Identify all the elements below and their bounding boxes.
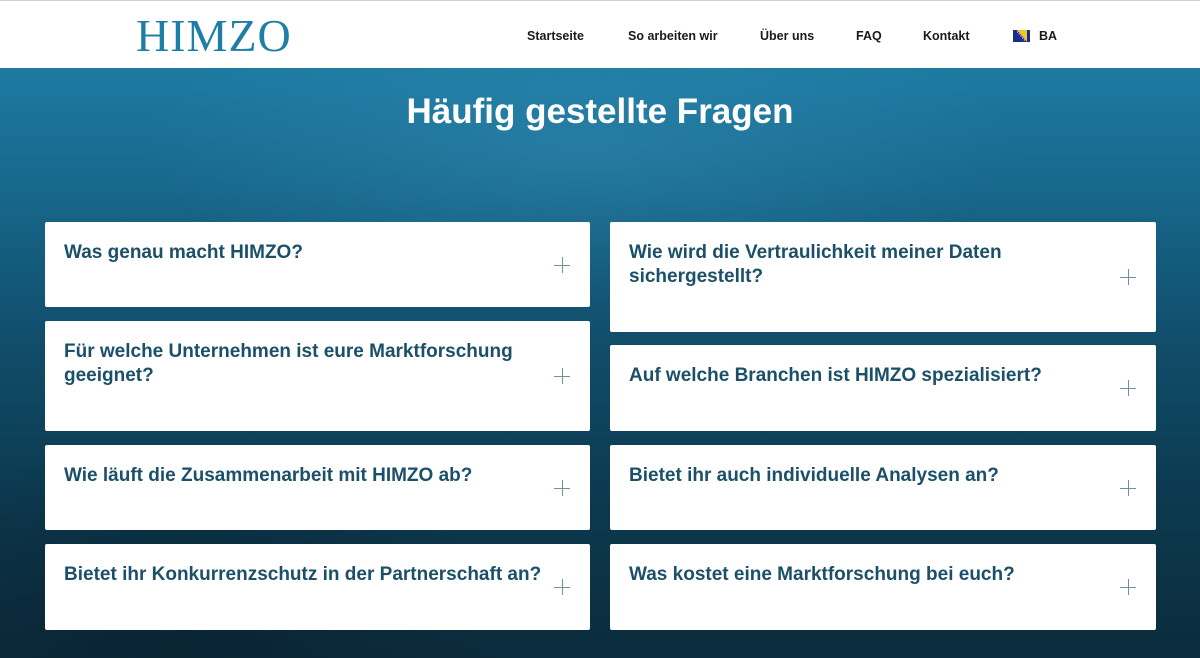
site-header: HIMZO Startseite So arbeiten wir Über un… [0,0,1200,68]
plus-icon[interactable] [554,257,570,273]
faq-item[interactable]: Bietet ihr auch individuelle Analysen an… [610,445,1156,530]
plus-icon[interactable] [1120,380,1136,396]
nav-faq[interactable]: FAQ [856,28,882,44]
nav-kontakt[interactable]: Kontakt [923,28,970,44]
faq-question: Was kostet eine Marktforschung bei euch? [629,564,1015,585]
faq-item[interactable]: Auf welche Branchen ist HIMZO spezialisi… [610,345,1156,431]
nav-so-arbeiten-wir[interactable]: So arbeiten wir [628,28,718,44]
faq-item[interactable]: Für welche Unternehmen ist eure Marktfor… [45,321,590,431]
plus-icon[interactable] [554,480,570,496]
page-title: Häufig gestellte Fragen [406,92,794,131]
faq-item[interactable]: Bietet ihr Konkurrenzschutz in der Partn… [45,544,590,630]
faq-question: Was genau macht HIMZO? [64,242,303,263]
faq-item[interactable]: Was genau macht HIMZO? [45,222,590,307]
faq-item[interactable]: Wie läuft die Zusammenarbeit mit HIMZO a… [45,445,590,530]
language-label: BA [1039,29,1058,43]
faq-question: Bietet ihr Konkurrenzschutz in der Partn… [64,564,542,585]
faq-question: Wie läuft die Zusammenarbeit mit HIMZO a… [64,465,473,486]
faq-question: Wie wird die Vertraulichkeit meiner Date… [629,242,1002,287]
faq-item[interactable]: Was kostet eine Marktforschung bei euch? [610,544,1156,630]
logo[interactable]: HIMZO [136,10,292,62]
faq-question: Bietet ihr auch individuelle Analysen an… [629,465,999,486]
nav-startseite[interactable]: Startseite [527,28,584,44]
plus-icon[interactable] [554,579,570,595]
bosnia-flag-icon [1013,30,1030,42]
faq-item[interactable]: Wie wird die Vertraulichkeit meiner Date… [610,222,1156,332]
plus-icon[interactable] [1120,480,1136,496]
plus-icon[interactable] [1120,269,1136,285]
nav-ueber-uns[interactable]: Über uns [760,28,814,44]
language-switcher[interactable]: BA [1013,28,1057,44]
faq-question: Auf welche Branchen ist HIMZO spezialisi… [629,365,1042,386]
plus-icon[interactable] [1120,579,1136,595]
faq-question: Für welche Unternehmen ist eure Marktfor… [64,341,513,386]
plus-icon[interactable] [554,368,570,384]
